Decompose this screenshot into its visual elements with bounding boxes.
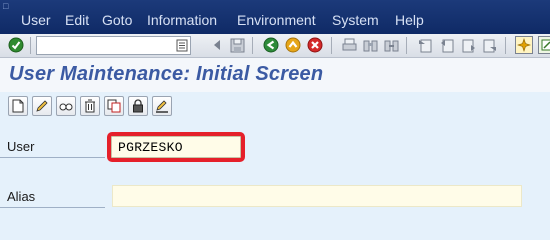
system-menu-icon[interactable]: □ — [3, 1, 13, 11]
change-password-icon[interactable] — [152, 96, 172, 116]
page-title: User Maintenance: Initial Screen — [9, 63, 324, 85]
delete-icon[interactable] — [80, 96, 100, 116]
shortcut-icon[interactable] — [538, 36, 550, 54]
menu-environment[interactable]: Environment — [237, 12, 316, 28]
menu-bar: □ User Edit Goto Information Environment… — [0, 0, 550, 34]
menu-system[interactable]: System — [332, 12, 379, 28]
lock-unlock-icon[interactable] — [128, 96, 148, 116]
standard-toolbar — [0, 34, 550, 58]
create-session-icon[interactable] — [515, 36, 533, 54]
save-icon[interactable] — [228, 36, 246, 54]
create-icon[interactable] — [8, 96, 28, 116]
alias-input[interactable] — [112, 185, 522, 207]
print-icon[interactable] — [340, 36, 358, 54]
user-label: User — [7, 139, 35, 154]
command-history-icon[interactable] — [176, 39, 188, 52]
toolbar-separator — [505, 37, 506, 54]
command-input[interactable] — [37, 37, 172, 55]
user-label-underline — [0, 157, 105, 158]
alias-label: Alias — [7, 189, 36, 204]
alias-label-underline — [0, 207, 105, 208]
user-field-highlight — [107, 132, 245, 162]
last-page-icon[interactable] — [480, 36, 498, 54]
find-next-icon[interactable] — [382, 36, 400, 54]
change-icon[interactable] — [32, 96, 52, 116]
toolbar-separator — [406, 37, 407, 54]
previous-page-icon[interactable] — [438, 36, 456, 54]
enter-icon[interactable] — [7, 36, 25, 54]
back-green-icon[interactable] — [262, 36, 280, 54]
first-page-icon[interactable] — [416, 36, 434, 54]
display-icon[interactable] — [56, 96, 76, 116]
next-page-icon[interactable] — [459, 36, 477, 54]
menu-user[interactable]: User — [21, 12, 51, 28]
toolbar-separator — [331, 37, 332, 54]
back-icon[interactable] — [208, 36, 226, 54]
command-field[interactable] — [36, 36, 191, 55]
cancel-icon[interactable] — [306, 36, 324, 54]
toolbar-separator — [30, 37, 31, 54]
menu-edit[interactable]: Edit — [65, 12, 89, 28]
menu-information[interactable]: Information — [147, 12, 217, 28]
find-icon[interactable] — [361, 36, 379, 54]
title-bar: User Maintenance: Initial Screen — [0, 58, 550, 92]
toolbar-separator — [252, 37, 253, 54]
exit-icon[interactable] — [284, 36, 302, 54]
menu-help[interactable]: Help — [395, 12, 424, 28]
copy-icon[interactable] — [104, 96, 124, 116]
application-toolbar — [0, 92, 550, 120]
menu-goto[interactable]: Goto — [102, 12, 132, 28]
